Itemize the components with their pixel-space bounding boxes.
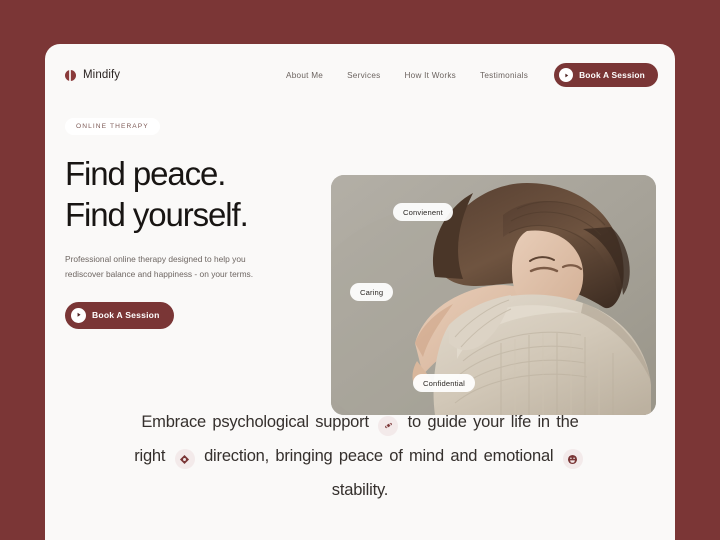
mindify-logo-icon	[65, 69, 76, 81]
hero-section: ONLINE THERAPY Find peace. Find yourself…	[45, 106, 675, 415]
hero-book-session-label: Book A Session	[92, 310, 160, 321]
statement-section: Embrace psychological support to guide y…	[45, 406, 675, 508]
nav-item-how-it-works[interactable]: How It Works	[392, 71, 468, 80]
site-header: Mindify About Me Services How It Works T…	[45, 44, 675, 106]
pill-caring: Caring	[350, 283, 394, 301]
statement-part-1: Embrace psychological support	[141, 413, 369, 431]
hero-image: Convienent Caring Confidential	[331, 175, 656, 415]
brand-logo[interactable]: Mindify	[65, 69, 120, 81]
header-book-session-button[interactable]: Book A Session	[554, 63, 658, 87]
headline-line-1: Find peace.	[65, 155, 226, 192]
nav-item-about-me[interactable]: About Me	[274, 71, 335, 80]
main-nav: About Me Services How It Works Testimoni…	[274, 63, 658, 87]
compass-diamond-icon	[174, 449, 195, 470]
hands-heart-icon	[378, 415, 399, 436]
play-circle-icon	[559, 68, 574, 82]
smiley-face-icon	[562, 449, 583, 470]
page-title: Find peace. Find yourself.	[65, 153, 325, 236]
header-book-session-label: Book A Session	[579, 70, 645, 80]
nav-item-services[interactable]: Services	[335, 71, 392, 80]
pill-convenient: Convienent	[393, 203, 453, 221]
headline-line-2: Find yourself.	[65, 196, 249, 234]
nav-item-testimonials[interactable]: Testimonials	[468, 71, 540, 80]
statement-part-4: stability.	[331, 480, 389, 499]
pill-confidential: Confidential	[413, 374, 475, 392]
play-circle-icon	[71, 307, 86, 323]
hero-book-session-button[interactable]: Book A Session	[65, 301, 174, 329]
brand-name: Mindify	[83, 69, 121, 81]
statement-part-3: direction, bringing peace of mind and em…	[204, 446, 554, 465]
hero-subtitle: Professional online therapy designed to …	[65, 253, 254, 280]
hero-copy: ONLINE THERAPY Find peace. Find yourself…	[65, 115, 325, 329]
page-card: Mindify About Me Services How It Works T…	[45, 44, 675, 540]
eyebrow-badge: ONLINE THERAPY	[65, 118, 160, 135]
